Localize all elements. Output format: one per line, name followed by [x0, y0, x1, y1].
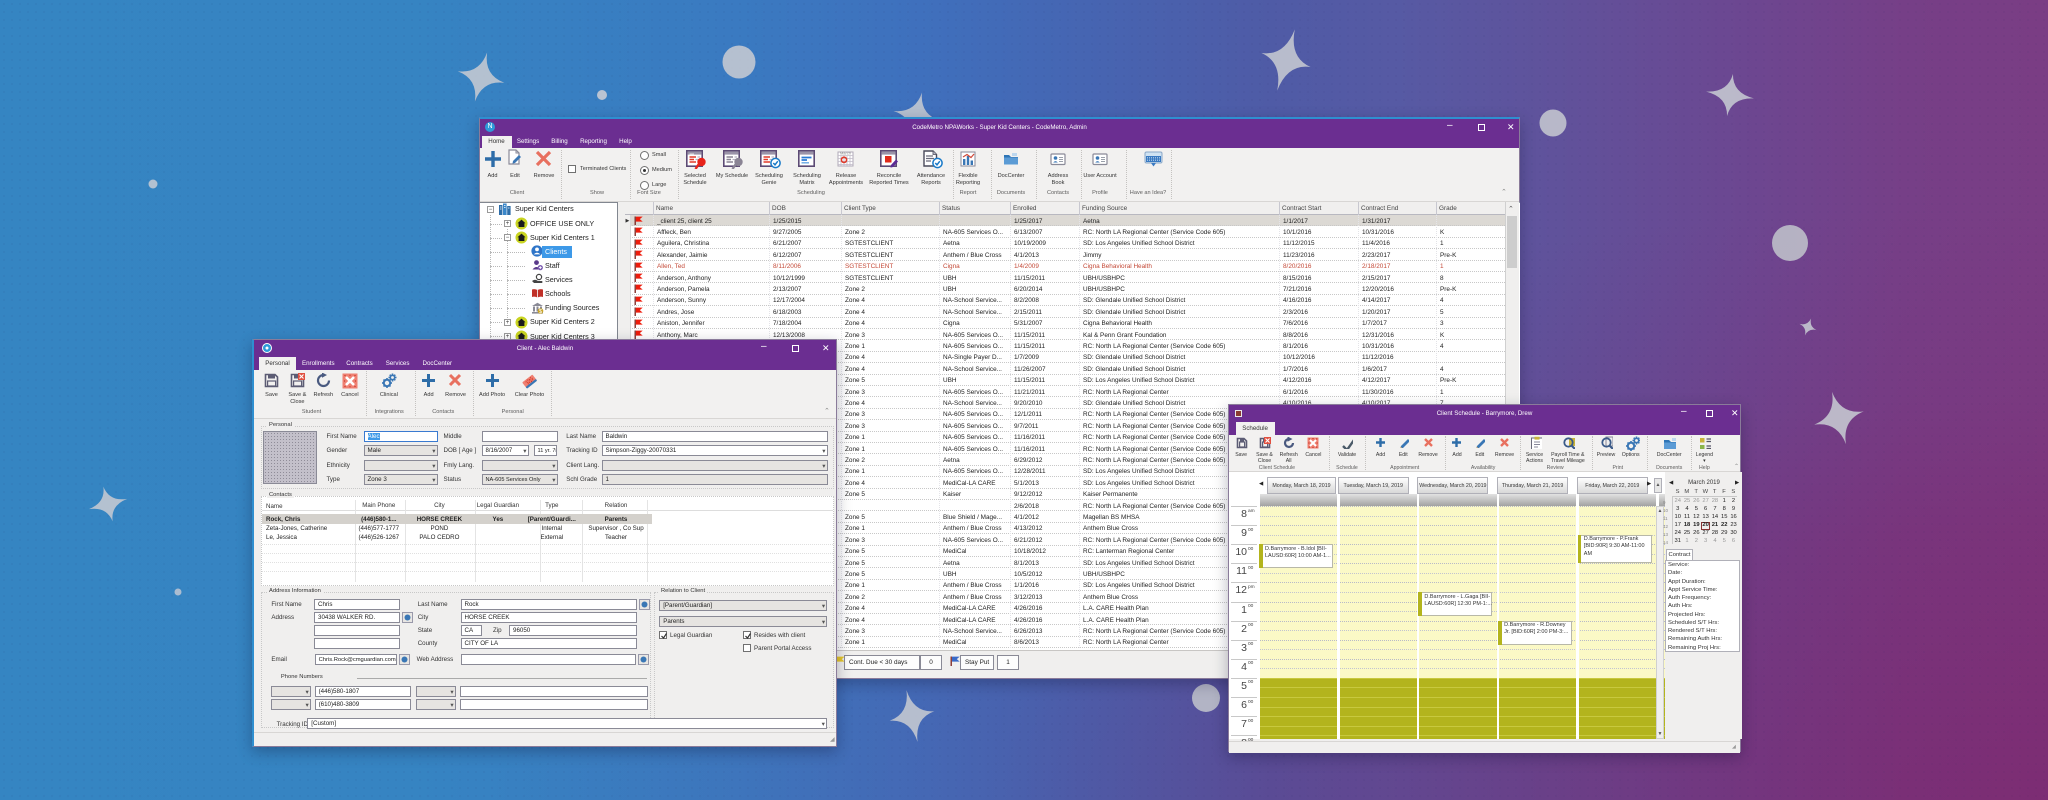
svg-text:$: $ — [539, 309, 542, 314]
svg-text:March: March — [840, 151, 851, 156]
